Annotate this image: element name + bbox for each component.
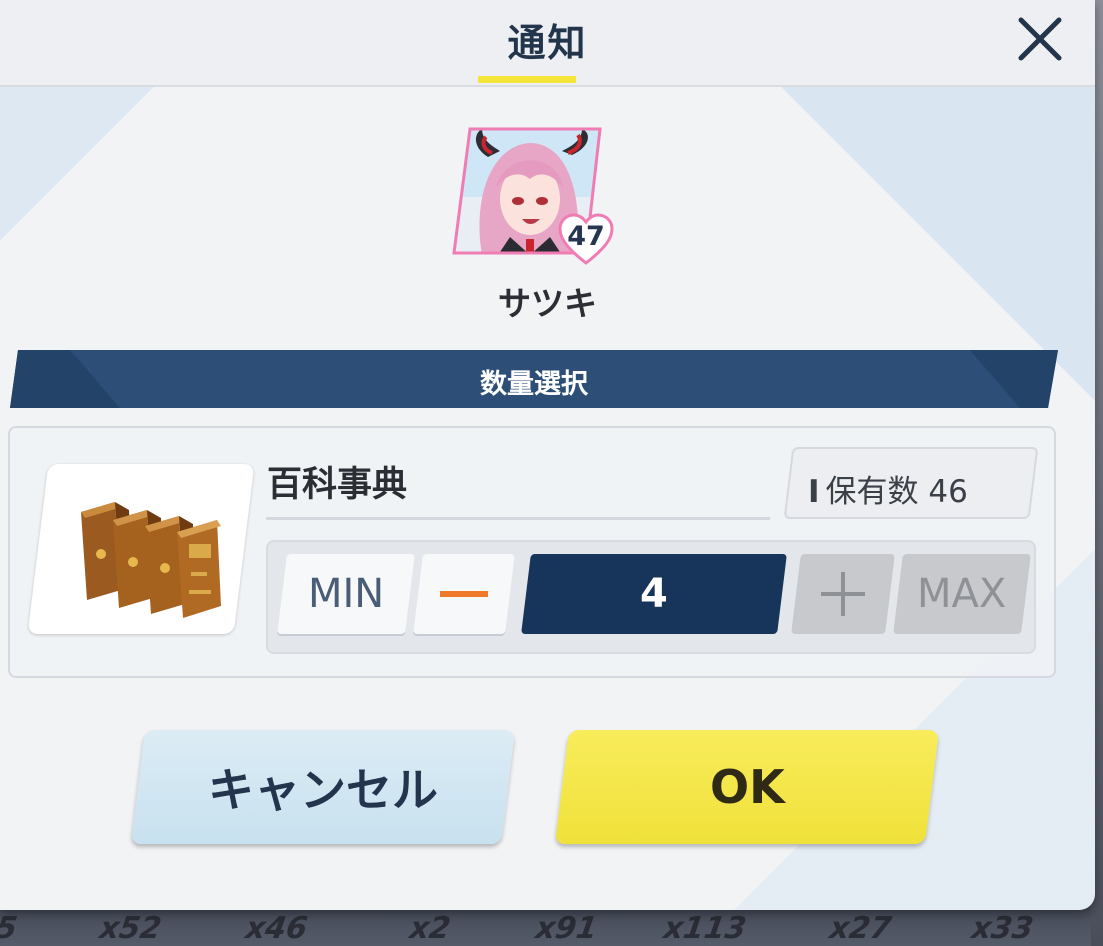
quantity-value: 4 <box>640 571 668 617</box>
min-button[interactable]: MIN <box>277 554 415 634</box>
owned-count: I 保有数 46 <box>808 466 968 511</box>
owned-prefix: I <box>808 474 820 510</box>
inventory-count: x27 <box>827 911 894 946</box>
encyclopedia-books-icon <box>80 502 221 618</box>
inventory-count: x52 <box>97 911 164 946</box>
affection-heart-icon: 47 <box>558 213 614 265</box>
cancel-label: キャンセル <box>208 763 438 817</box>
close-icon[interactable] <box>1013 14 1067 64</box>
inventory-count: x33 <box>969 911 1036 946</box>
inventory-count: x91 <box>533 911 600 946</box>
minus-icon <box>440 591 488 597</box>
character-name: サツキ <box>498 284 597 323</box>
min-label: MIN <box>307 571 385 617</box>
dialog-header: 通知 <box>0 0 1095 87</box>
max-button[interactable]: MAX <box>893 554 1031 634</box>
item-name: 百科事典 <box>267 465 408 505</box>
owned-count-text: 保有数 46 <box>825 474 968 510</box>
quantity-stepper: MIN 4 MAX <box>266 540 1036 654</box>
inventory-count: x46 <box>243 911 310 946</box>
inventory-count: x2 <box>407 911 453 946</box>
ok-label: OK <box>709 760 785 814</box>
affection-level: 47 <box>567 221 605 252</box>
character-portrait: 47 <box>452 127 614 265</box>
inventory-count: x113 <box>661 911 749 946</box>
plus-icon <box>821 572 865 616</box>
item-panel: 百科事典 I 保有数 46 MIN 4 MAX <box>8 426 1056 678</box>
increment-button[interactable] <box>791 554 895 634</box>
ok-button[interactable]: OK <box>555 730 939 844</box>
item-name-divider <box>266 517 770 520</box>
cancel-button[interactable]: キャンセル <box>131 730 515 844</box>
inventory-count: 5 <box>0 911 20 946</box>
section-label: 数量選択 <box>480 369 588 400</box>
title-underline <box>478 76 576 83</box>
quantity-field[interactable]: 4 <box>521 554 787 634</box>
section-header: 数量選択 <box>10 350 1058 408</box>
quantity-select-dialog: 通知 47 サツキ 数量選択 百科事典 I 保有数 46 MIN 4 MAX キ… <box>0 0 1095 910</box>
decrement-button[interactable] <box>413 554 515 634</box>
dialog-title: 通知 <box>507 21 588 65</box>
max-label: MAX <box>917 571 1007 617</box>
item-icon-frame <box>27 464 255 634</box>
